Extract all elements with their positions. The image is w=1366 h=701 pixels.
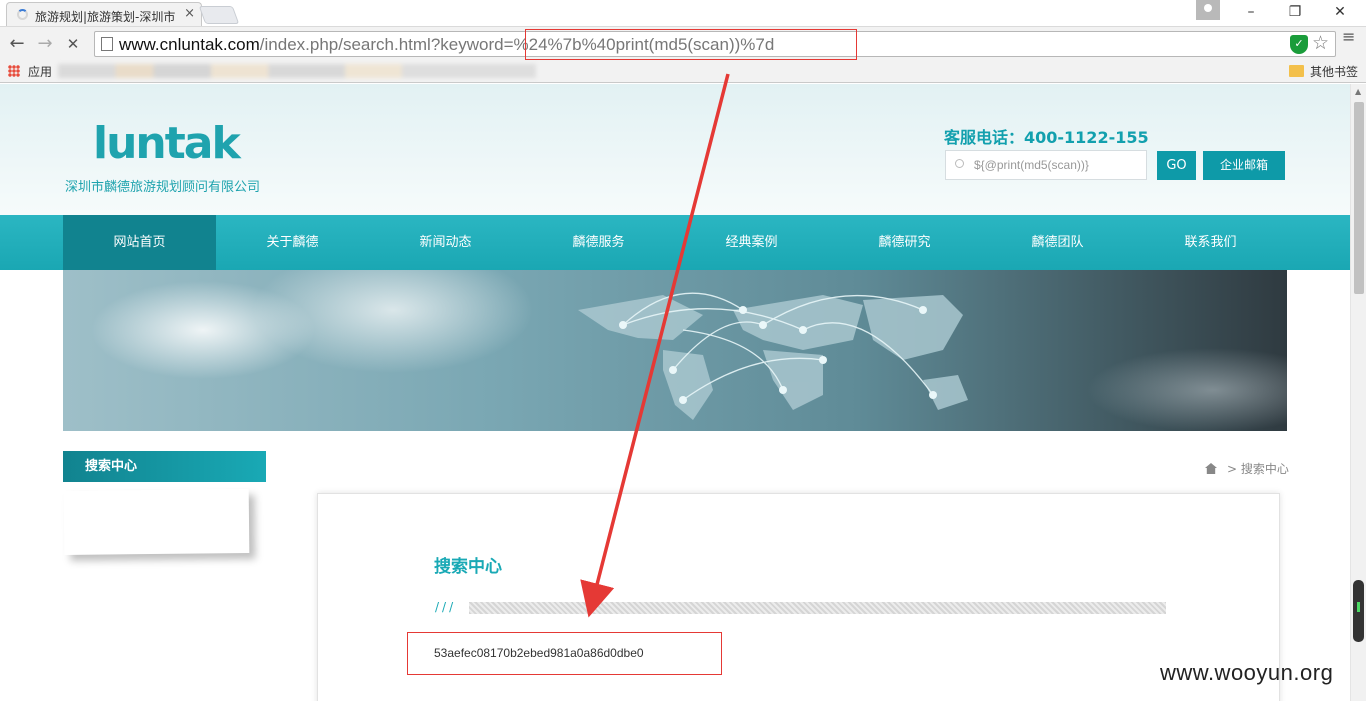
- breadcrumb: > 搜索中心: [1205, 460, 1289, 477]
- nav-contact[interactable]: 联系我们: [1134, 215, 1287, 270]
- tab-strip: 旅游规划|旅游策划-深圳市 × – ❐ ✕: [0, 0, 1366, 26]
- back-button[interactable]: ←: [6, 33, 28, 55]
- nav-services[interactable]: 麟德服务: [522, 215, 675, 270]
- url-host: www.cnluntak.com: [119, 35, 260, 54]
- shield-icon[interactable]: ✓: [1290, 35, 1308, 54]
- md5-result: 53aefec08170b2ebed981a0a86d0dbe0: [434, 646, 644, 660]
- sidebar-card: [63, 489, 250, 555]
- site-search-box[interactable]: [945, 150, 1147, 180]
- site-header: luntak 深圳市麟德旅游规划顾问有限公司 客服电话：400-1122-155…: [0, 84, 1350, 215]
- go-button[interactable]: GO: [1157, 151, 1196, 180]
- tab-close-icon[interactable]: ×: [184, 6, 195, 21]
- loading-spinner-icon: [17, 9, 28, 20]
- browser-tab[interactable]: 旅游规划|旅游策划-深圳市 ×: [6, 2, 202, 26]
- url-path: /index.php/search.html?keyword=: [259, 35, 514, 54]
- tab-title: 旅游规划|旅游策划-深圳市: [35, 10, 176, 24]
- hero-banner: [63, 270, 1287, 431]
- nav-research[interactable]: 麟德研究: [828, 215, 981, 270]
- title-slashes: ///: [435, 600, 457, 614]
- apps-icon[interactable]: [8, 65, 20, 77]
- site-search-input[interactable]: [974, 155, 1144, 175]
- nav-team[interactable]: 麟德团队: [981, 215, 1134, 270]
- battery-indicator-icon: [1353, 580, 1364, 642]
- nav-cases[interactable]: 经典案例: [675, 215, 828, 270]
- breadcrumb-current: > 搜索中心: [1227, 462, 1289, 476]
- scroll-thumb[interactable]: [1354, 102, 1364, 294]
- folder-icon[interactable]: [1289, 65, 1304, 77]
- apps-label[interactable]: 应用: [28, 63, 52, 80]
- forward-button[interactable]: →: [34, 33, 56, 55]
- page-viewport: luntak 深圳市麟德旅游规划顾问有限公司 客服电话：400-1122-155…: [0, 84, 1350, 701]
- nav-home[interactable]: 网站首页: [63, 215, 216, 270]
- browser-toolbar: ← → ✕ www.cnluntak.com/index.php/search.…: [0, 26, 1366, 60]
- site-logo[interactable]: luntak: [93, 122, 241, 166]
- company-name: 深圳市麟德旅游规划顾问有限公司: [65, 180, 261, 195]
- main-nav: 网站首页 关于麟德 新闻动态 麟德服务 经典案例 麟德研究 麟德团队 联系我们: [0, 215, 1350, 270]
- page-icon: [101, 37, 113, 51]
- enterprise-mail-button[interactable]: 企业邮箱: [1203, 151, 1285, 180]
- close-window-button[interactable]: ✕: [1318, 0, 1362, 24]
- watermark: www.wooyun.org: [1160, 660, 1334, 685]
- nav-about[interactable]: 关于麟德: [216, 215, 369, 270]
- url-payload-highlight: [525, 29, 857, 60]
- search-icon: [955, 159, 964, 168]
- sidebar-title: 搜索中心: [63, 451, 266, 482]
- user-profile-icon[interactable]: [1196, 0, 1220, 20]
- search-results-panel: 搜索中心 /// 53aefec08170b2ebed981a0a86d0dbe…: [317, 493, 1280, 701]
- blurred-bookmarks: [58, 64, 536, 78]
- content-title: 搜索中心: [434, 557, 502, 577]
- scroll-up-icon[interactable]: ▲: [1355, 87, 1363, 96]
- restore-button[interactable]: ❐: [1273, 0, 1317, 24]
- bookmarks-bar: 应用 其他书签: [0, 60, 1366, 83]
- nav-news[interactable]: 新闻动态: [369, 215, 522, 270]
- hotline: 客服电话：400-1122-155: [944, 128, 1149, 147]
- result-highlight: 53aefec08170b2ebed981a0a86d0dbe0: [407, 632, 722, 675]
- address-bar[interactable]: www.cnluntak.com/index.php/search.html?k…: [94, 29, 1336, 60]
- home-icon[interactable]: [1205, 463, 1217, 474]
- minimize-button[interactable]: –: [1229, 0, 1273, 24]
- world-map-graphic: [578, 292, 968, 420]
- stop-loading-button[interactable]: ✕: [62, 33, 84, 55]
- new-tab-button[interactable]: [198, 6, 240, 24]
- title-divider: [469, 602, 1166, 614]
- star-icon[interactable]: ☆: [1312, 32, 1329, 54]
- menu-icon[interactable]: ≡: [1342, 29, 1356, 45]
- other-bookmarks[interactable]: 其他书签: [1310, 63, 1358, 80]
